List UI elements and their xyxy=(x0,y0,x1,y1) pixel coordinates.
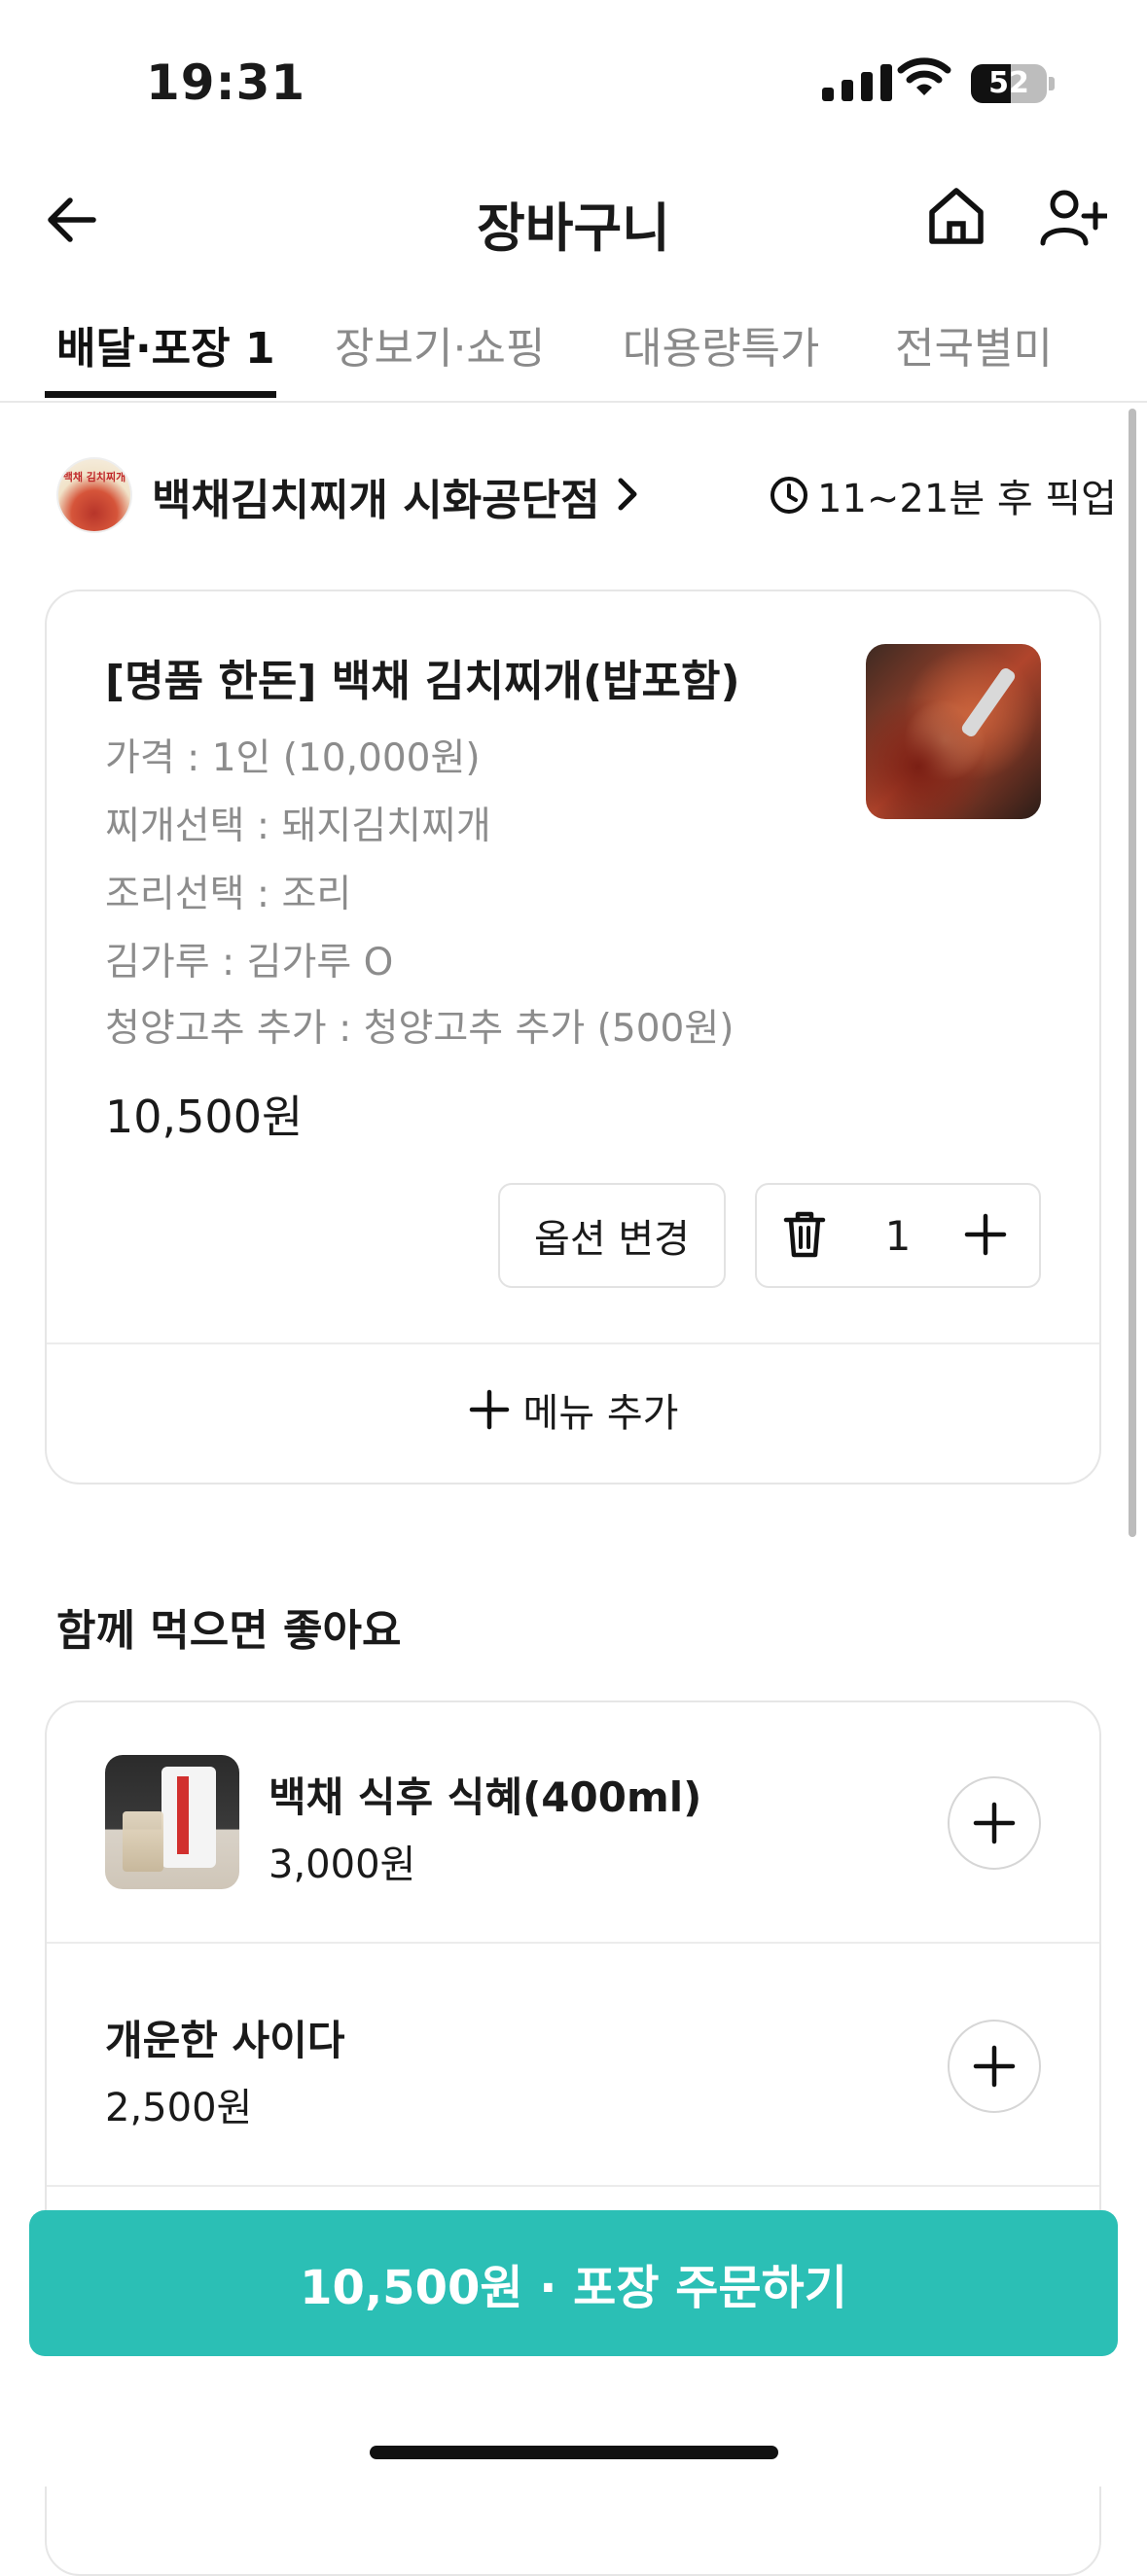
bottom-safe-area xyxy=(0,2356,1147,2487)
plus-icon xyxy=(973,1802,1016,1844)
plus-icon[interactable] xyxy=(963,1212,1008,1261)
plus-icon xyxy=(973,2045,1016,2088)
option-change-button[interactable]: 옵션 변경 xyxy=(498,1183,726,1288)
section-title: 함께 먹으면 좋아요 xyxy=(56,1606,402,1656)
divider xyxy=(47,2185,1099,2187)
tab-grocery-shopping[interactable]: 장보기·쇼핑 xyxy=(335,313,545,376)
recommend-item-name: 개운한 사이다 xyxy=(105,2017,345,2064)
pickup-time: 11~21분 후 픽업 xyxy=(817,477,1117,521)
home-icon[interactable] xyxy=(924,185,988,251)
chevron-right-icon[interactable] xyxy=(615,475,640,518)
add-user-icon[interactable] xyxy=(1039,187,1110,251)
quantity-value: 1 xyxy=(884,1212,912,1260)
cart-item-option: 청양고추 추가 : 청양고추 추가 (500원) xyxy=(105,1007,735,1051)
tab-regional-specialties[interactable]: 전국별미 xyxy=(895,313,1053,376)
cart-item-option: 가격 : 1인 (10,000원) xyxy=(105,736,481,780)
cart-item-option: 조리선택 : 조리 xyxy=(105,873,352,916)
tab-bulk-deals[interactable]: 대용량특가 xyxy=(623,313,819,376)
battery-tip xyxy=(1049,77,1055,90)
cellular-signal-icon xyxy=(822,64,892,101)
trash-icon[interactable] xyxy=(782,1210,827,1263)
scrollbar[interactable] xyxy=(1129,409,1136,1537)
wifi-icon xyxy=(897,56,951,103)
divider xyxy=(47,1942,1099,1944)
category-tabs: 배달·포장 1 장보기·쇼핑 대용량특가 전국별미 xyxy=(0,313,1147,403)
add-recommend-button[interactable] xyxy=(948,1776,1041,1870)
cart-item-option: 김가루 : 김가루 O xyxy=(105,941,394,984)
add-recommend-button[interactable] xyxy=(948,2020,1041,2113)
store-name-link[interactable]: 백채김치찌개 시화공단점 xyxy=(152,465,600,527)
recommend-item-price: 2,500원 xyxy=(105,2086,253,2130)
recommend-item-price: 3,000원 xyxy=(269,1843,416,1887)
kimchi-stew-image xyxy=(866,644,1041,819)
divider xyxy=(47,1342,1099,1344)
status-time: 19:31 xyxy=(146,54,306,111)
tab-delivery-takeout[interactable]: 배달·포장 1 xyxy=(56,313,275,376)
battery-level: 52 xyxy=(988,66,1029,100)
sikhye-image xyxy=(105,1755,239,1889)
add-menu-button[interactable]: 메뉴 추가 xyxy=(0,1381,1147,1438)
cart-item-option: 찌개선택 : 돼지김치찌개 xyxy=(105,805,491,848)
order-takeout-button[interactable]: 10,500원 · 포장 주문하기 xyxy=(29,2210,1118,2356)
add-menu-label: 메뉴 추가 xyxy=(522,1391,679,1436)
cart-item-price: 10,500원 xyxy=(105,1091,304,1143)
home-indicator[interactable] xyxy=(370,2446,778,2459)
active-tab-indicator xyxy=(45,391,276,398)
battery-icon: 52 xyxy=(971,64,1047,103)
store-logo-text: 백채 김치찌개 xyxy=(62,471,126,483)
cart-item-name: [명품 한돈] 백채 김치찌개(밥포함) xyxy=(105,657,740,706)
store-logo: 백채 김치찌개 xyxy=(56,457,132,533)
plus-icon xyxy=(469,1389,509,1430)
recommend-item-name: 백채 식후 식혜(400ml) xyxy=(269,1773,702,1821)
clock-icon xyxy=(769,475,809,519)
